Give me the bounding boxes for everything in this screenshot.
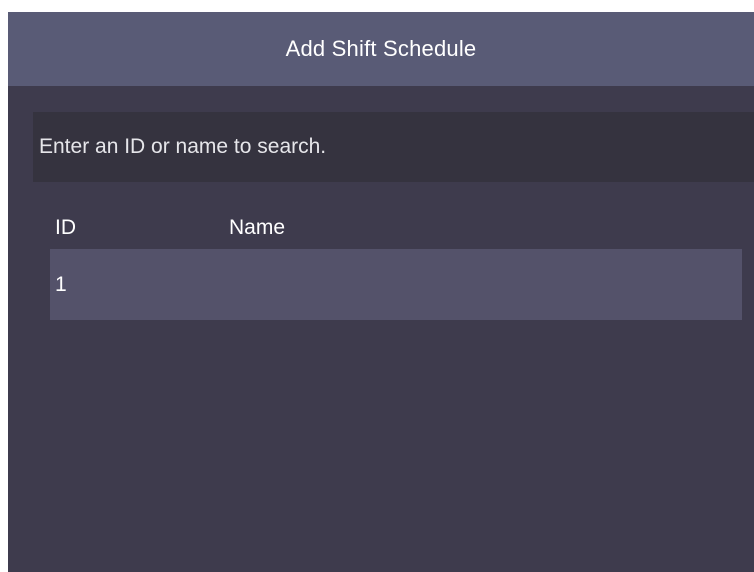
title-bar: Add Shift Schedule [8,12,754,86]
column-header-name: Name [229,216,286,239]
table-row[interactable]: 1 [50,249,742,320]
search-input[interactable]: Enter an ID or name to search. [33,112,754,182]
app-screen: Add Shift Schedule Enter an ID or name t… [8,12,754,572]
column-header-id: ID [55,216,76,239]
page-title: Add Shift Schedule [285,36,477,61]
row-id-cell: 1 [55,272,67,296]
search-placeholder: Enter an ID or name to search. [39,135,327,158]
